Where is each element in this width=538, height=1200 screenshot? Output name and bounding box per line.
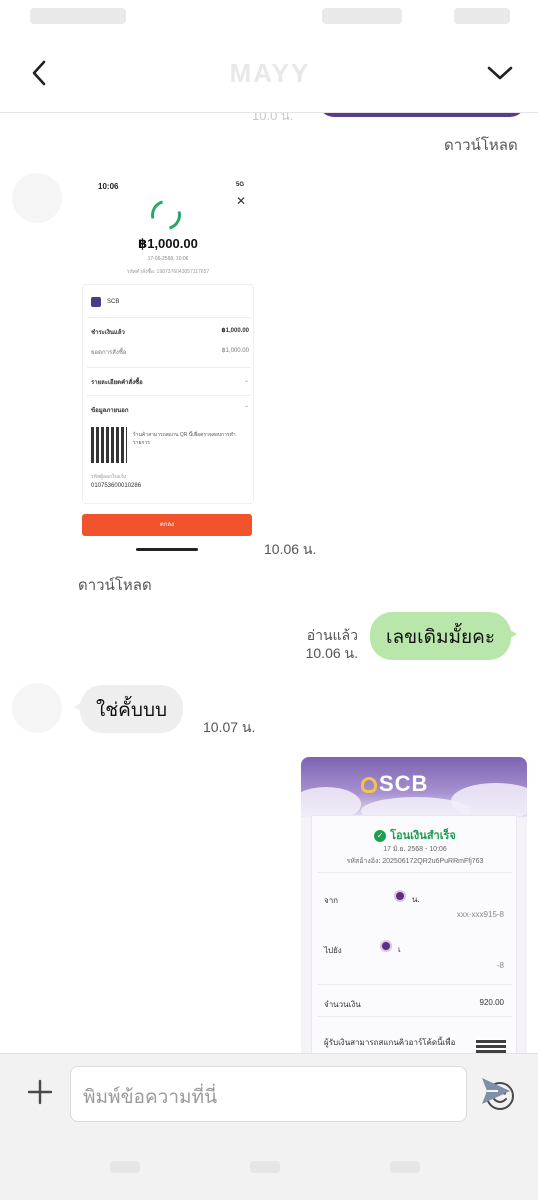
home-indicator: [136, 548, 198, 551]
qr-description: ร้านค้าสามารถสแกน QR นี้เพื่อตรวจสอบการท…: [133, 432, 236, 446]
transfer-slip-image[interactable]: SCB ✓ โอนเงินสำเร็จ 17 มิ.ย. 2568 - 10:06…: [301, 757, 527, 1053]
scb-logo-text: SCB: [379, 771, 429, 796]
receiver-account: -8: [496, 961, 504, 970]
chat-title: MAYY: [229, 58, 311, 88]
message-composer: พิมพ์ข้อความที่นี่: [0, 1053, 538, 1133]
divider: [318, 984, 512, 985]
back-button[interactable]: [22, 56, 56, 90]
slip-date: 17 มิ.ย. 2568 - 10:06: [383, 846, 447, 853]
sender-bank-icon: [394, 890, 406, 902]
payment-reference: รหัสคำสั่งซื้อ: 1987376043057117657: [126, 269, 210, 275]
download-link[interactable]: ดาวน์โหลด: [78, 573, 152, 597]
system-navigation-bar: [0, 1133, 538, 1200]
scb-logo-icon: [361, 777, 377, 793]
bank-name: SCB: [107, 299, 120, 305]
extra-info-label: ข้อมูลภายนอก: [91, 408, 129, 414]
slip-detail-panel: ✓ โอนเงินสำเร็จ 17 มิ.ย. 2568 - 10:06 รหั…: [311, 815, 517, 1053]
phone-time: 10:06: [98, 182, 119, 191]
chevron-left-icon: [32, 60, 46, 86]
payment-detail-card: SCB ชำระเงินแล้ว ฿1,000.00 ยอดการสั่งซื้…: [82, 284, 254, 504]
close-icon: ✕: [235, 194, 246, 208]
order-detail-label: รายละเอียดคำสั่งซื้อ: [91, 380, 143, 386]
success-title-text: โอนเงินสำเร็จ: [390, 830, 456, 842]
message-input-placeholder: พิมพ์ข้อความที่นี่: [83, 1087, 218, 1108]
send-arrow-icon: [482, 1078, 510, 1104]
receiver-name: เ: [398, 945, 401, 954]
amount-value: 920.00: [479, 998, 504, 1007]
nav-button-blurred[interactable]: [250, 1161, 280, 1173]
incoming-message-bubble[interactable]: ใช่คั้บบบ: [73, 685, 184, 733]
order-total-row: ยอดการสั่งซื้อ ฿1,000.00: [91, 347, 249, 357]
message-input[interactable]: พิมพ์ข้อความที่นี่: [70, 1066, 514, 1122]
divider: [318, 872, 512, 873]
divider: [318, 1016, 512, 1017]
success-title: ✓ โอนเงินสำเร็จ: [312, 826, 518, 844]
order-total-label: ยอดการสั่งซื้อ: [91, 350, 127, 356]
sender-account: xxx-xxx915-8: [456, 910, 504, 919]
message-time: 10.06 น.: [305, 645, 358, 661]
message-time: 10.07 น.: [203, 719, 256, 735]
chevron-down-icon: ⌄: [243, 378, 249, 384]
read-receipt: อ่านแล้ว 10.06 น.: [290, 626, 358, 662]
extra-info-row: ข้อมูลภายนอก ⌃: [91, 405, 249, 415]
to-label: ไปยัง: [324, 946, 342, 955]
receiver-bank-icon: [380, 940, 392, 952]
download-link[interactable]: ดาวน์โหลด: [444, 133, 518, 157]
divider: [87, 395, 251, 396]
chat-screen: MAYY 10.0 น. ดาวน์โหลด 10:06 5G ✕ ฿1,000…: [0, 0, 538, 1200]
chevron-down-icon: [487, 66, 513, 80]
status-icons-blurred: [322, 8, 402, 24]
nav-button-blurred[interactable]: [390, 1161, 420, 1173]
merchant-id-label: รหัสผู้ออกใบแจ้ง: [91, 474, 127, 480]
from-label: จาก: [324, 896, 339, 905]
plus-icon: [27, 1079, 53, 1105]
outgoing-message-bubble[interactable]: เลขเดิมมั้ยคะ: [370, 612, 518, 660]
divider: [87, 367, 251, 368]
chat-header: MAYY: [0, 34, 538, 113]
status-time-blurred: [30, 8, 126, 24]
divider: [87, 317, 251, 318]
order-detail-row: รายละเอียดคำสั่งซื้อ ⌄: [91, 377, 249, 387]
payment-date: 17-06-2568, 10:06: [147, 256, 189, 262]
add-attachment-button[interactable]: [22, 1074, 58, 1110]
chevron-up-icon: ⌃: [243, 406, 249, 412]
qr-note: ผู้รับเงินสามารถสแกนคิวอาร์โค้ดนี้เพื่อ: [324, 1038, 456, 1047]
order-total-value: ฿1,000.00: [221, 348, 249, 354]
status-bar: [0, 0, 538, 34]
previous-outgoing-bubble[interactable]: [318, 113, 526, 117]
confirm-button: ตกลง: [82, 514, 252, 536]
merchant-id: 010753600010286: [91, 483, 142, 489]
amount-label: จำนวนเงิน: [324, 1000, 361, 1009]
nav-button-blurred[interactable]: [110, 1161, 140, 1173]
phone-signal: 5G: [235, 182, 244, 188]
paid-value: ฿1,000.00: [221, 328, 249, 334]
avatar[interactable]: [12, 173, 62, 223]
avatar[interactable]: [12, 683, 62, 733]
qr-code: [91, 427, 127, 463]
previous-message-time: 10.0 น.: [252, 113, 294, 123]
payment-screenshot-image[interactable]: 10:06 5G ✕ ฿1,000.00 17-06-2568, 10:06 ร…: [78, 176, 258, 556]
sender-name: น.: [412, 895, 420, 904]
message-list[interactable]: 10.0 น. ดาวน์โหลด 10:06 5G ✕ ฿1,000.00 1…: [0, 113, 538, 1053]
message-time: 10.06 น.: [264, 541, 317, 557]
qr-code: [476, 1038, 506, 1053]
collapse-button[interactable]: [482, 56, 518, 90]
loading-spinner-icon: [145, 194, 187, 236]
paid-row: ชำระเงินแล้ว ฿1,000.00: [91, 327, 249, 337]
check-circle-icon: ✓: [374, 830, 387, 842]
bank-logo-icon: [91, 297, 101, 307]
battery-blurred: [454, 8, 510, 24]
slip-reference: รหัสอ้างอิง: 202506172QR2u6PuRRmFfj763: [346, 858, 484, 865]
payment-amount: ฿1,000.00: [138, 236, 198, 251]
read-status: อ่านแล้ว: [306, 627, 358, 643]
paid-label: ชำระเงินแล้ว: [91, 330, 125, 336]
send-button[interactable]: [478, 1074, 516, 1110]
